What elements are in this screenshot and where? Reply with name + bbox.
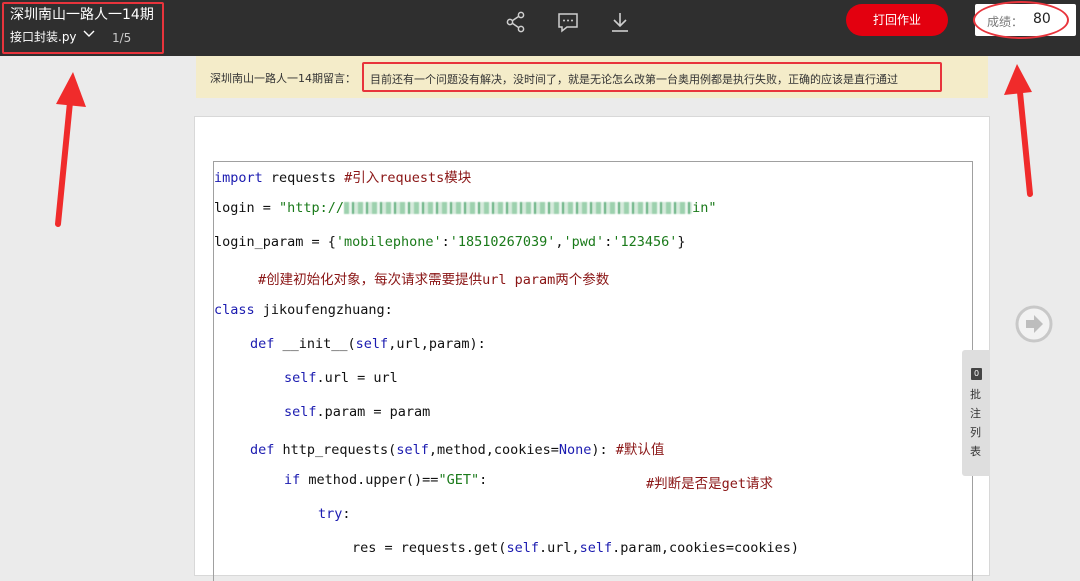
code-token: jikoufengzhuang:: [254, 302, 393, 318]
annotation-label-char: 注: [970, 407, 981, 420]
score-highlight-circle: [973, 1, 1069, 39]
code-comment: #默认值: [615, 442, 665, 458]
code-token: def: [250, 336, 275, 352]
annotation-label-char: 表: [970, 445, 981, 458]
comment-message: 目前还有一个问题没有解决，没时间了，就是无论怎么改第一台奥用例都是执行失败，正确…: [370, 73, 898, 86]
code-token: requests: [262, 170, 345, 186]
code-string: "GET": [438, 472, 480, 488]
code-string: in": [692, 200, 717, 216]
code-line-12: res = requests.get(self.url,self.param,c…: [352, 540, 799, 558]
code-token: .url,: [538, 540, 580, 556]
comment-author-label: 深圳南山一路人一14期留言：: [210, 72, 356, 85]
annotation-label-char: 批: [970, 388, 981, 401]
return-homework-button[interactable]: 打回作业: [846, 4, 948, 36]
code-token: self: [579, 540, 613, 556]
code-string: "http://: [279, 200, 345, 216]
code-token: try: [318, 506, 343, 522]
code-token: .param = param: [316, 404, 431, 420]
assignment-title: 深圳南山一路人一14期: [10, 7, 154, 23]
code-line-5: class jikoufengzhuang:: [214, 302, 393, 320]
code-token: :: [479, 472, 488, 488]
code-token: __init__(: [274, 336, 356, 352]
code-token: login =: [214, 200, 280, 216]
code-line-3: login_param = {'mobilephone':'1851026703…: [214, 234, 686, 252]
annotation-list-tab[interactable]: 0 批 注 列 表: [962, 350, 990, 476]
red-arrow-left: [55, 72, 86, 227]
code-line-9: def http_requests(self,method,cookies=No…: [250, 438, 665, 458]
red-arrow-right: [1004, 64, 1033, 197]
code-token: method.upper()==: [300, 472, 439, 488]
code-token: class: [214, 302, 255, 318]
code-token: self: [396, 442, 429, 458]
annotation-count-badge: 0: [971, 368, 982, 380]
code-token: self: [506, 540, 539, 556]
code-line-10-comment: #判断是否是get请求: [646, 472, 774, 492]
top-bar: 深圳南山一路人一14期 接口封装.py 1/5 打回作业 成绩： 80: [0, 0, 1080, 56]
code-token: http_requests(: [274, 442, 397, 458]
code-token: :: [441, 234, 450, 250]
chevron-down-icon[interactable]: [82, 27, 96, 41]
code-comment: #判断是否是get请求: [646, 476, 774, 492]
code-line-10: if method.upper()=="GET":: [284, 472, 487, 490]
code-token: self: [284, 370, 317, 386]
next-page-icon[interactable]: [1014, 304, 1054, 344]
code-token: ,method,cookies=: [428, 442, 559, 458]
code-token: def: [250, 442, 275, 458]
download-icon[interactable]: [608, 10, 632, 34]
code-string: '123456': [612, 234, 678, 250]
comment-highlight-box: 目前还有一个问题没有解决，没时间了，就是无论怎么改第一台奥用例都是执行失败，正确…: [362, 62, 942, 92]
student-comment-banner: 深圳南山一路人一14期留言： 目前还有一个问题没有解决，没时间了，就是无论怎么改…: [196, 56, 988, 98]
code-line-11: try:: [318, 506, 351, 524]
code-string: 'pwd': [563, 234, 605, 250]
code-token: if: [284, 472, 301, 488]
code-line-7: self.url = url: [284, 370, 398, 388]
code-line-6: def __init__(self,url,param):: [250, 336, 486, 354]
comment-icon[interactable]: [556, 10, 580, 34]
code-token: .url = url: [316, 370, 398, 386]
code-token: ,: [555, 234, 564, 250]
code-token: :: [342, 506, 351, 522]
share-icon[interactable]: [504, 10, 528, 34]
file-page-indicator: 1/5: [112, 31, 132, 45]
file-selector[interactable]: 接口封装.py: [10, 28, 77, 45]
code-token: .param,cookies=cookies): [612, 540, 800, 556]
code-token: self: [284, 404, 317, 420]
code-token: }: [677, 234, 686, 250]
code-token: login_param = {: [214, 234, 336, 250]
redacted-url: [344, 202, 693, 214]
code-line-8: self.param = param: [284, 404, 430, 422]
code-token: ,url,param):: [388, 336, 486, 352]
document-viewer: import requests #引入requests模块 login = "h…: [194, 116, 990, 581]
code-token: None: [558, 442, 592, 458]
code-token: self: [355, 336, 389, 352]
code-line-4: #创建初始化对象，每次请求需要提供url param两个参数: [258, 268, 610, 288]
code-token: res = requests.get(: [352, 540, 507, 556]
annotation-label-char: 列: [970, 426, 981, 439]
code-comment: #引入requests模块: [344, 170, 472, 186]
code-comment: #创建初始化对象，每次请求需要提供url param两个参数: [258, 272, 610, 288]
code-token: ):: [591, 442, 616, 458]
code-line-1: import requests #引入requests模块: [214, 166, 472, 186]
code-string: 'mobilephone': [335, 234, 442, 250]
code-block: import requests #引入requests模块 login = "h…: [213, 161, 973, 581]
code-string: '18510267039': [449, 234, 556, 250]
code-token: import: [214, 170, 263, 186]
code-line-2: login = "http:// in": [214, 200, 716, 218]
